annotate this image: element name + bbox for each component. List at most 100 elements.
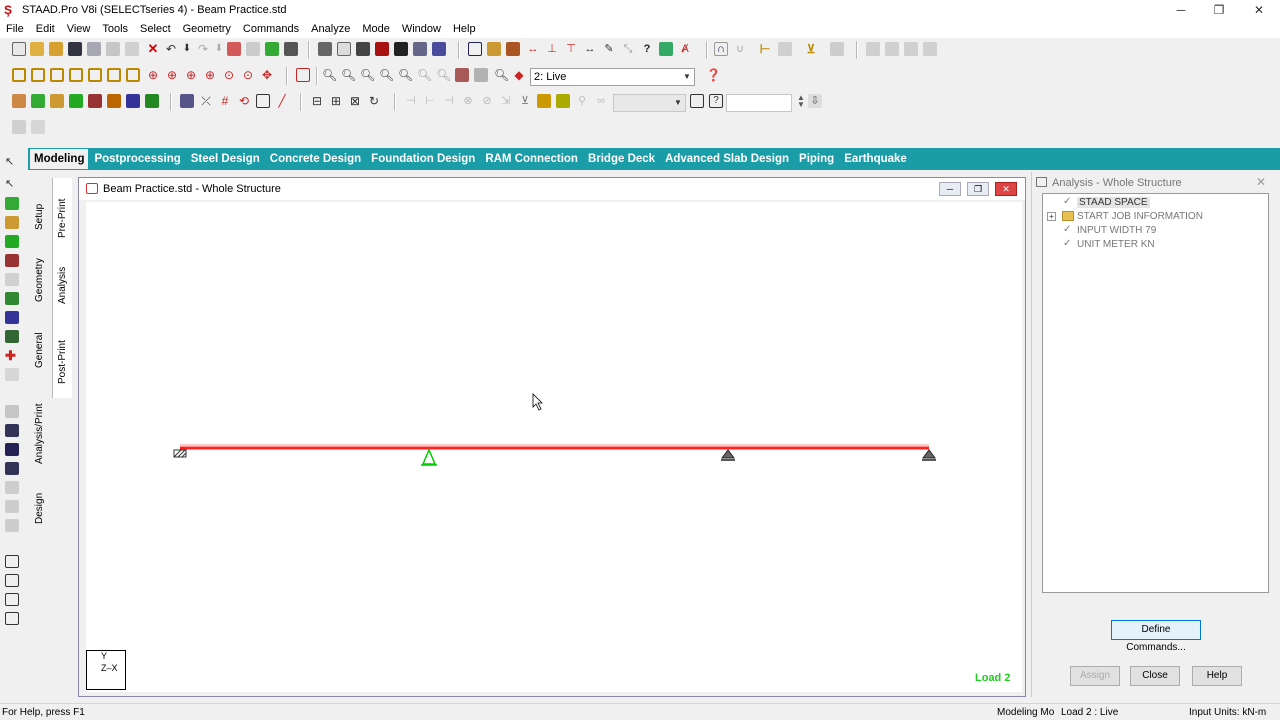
stretch-icon[interactable]: ⇲ bbox=[499, 94, 513, 108]
redo-icon[interactable]: ↷ bbox=[196, 42, 210, 56]
node-dimension-icon[interactable]: ⊥ bbox=[545, 42, 559, 56]
support-tool-icon[interactable]: ⊻ bbox=[804, 42, 818, 56]
apply-value-icon[interactable]: ⇩ bbox=[808, 94, 822, 108]
pointer-tool-icon[interactable] bbox=[659, 42, 673, 56]
define-commands-button[interactable]: Define Commands... bbox=[1111, 620, 1201, 653]
zoom-window-icon[interactable]: 🔍︎ bbox=[322, 68, 337, 82]
rotate-up-icon[interactable]: ⊕ bbox=[146, 68, 160, 82]
merge-beams-icon[interactable]: ⊣ bbox=[442, 94, 456, 108]
copy-icon[interactable] bbox=[87, 42, 101, 56]
disabled-combo[interactable]: ▼ bbox=[613, 94, 686, 112]
window-close-all-icon[interactable] bbox=[923, 42, 937, 56]
undo-dropdown-icon[interactable]: ⬇ bbox=[180, 42, 194, 56]
menu-commands[interactable]: Commands bbox=[237, 20, 305, 38]
design-tool-icon[interactable] bbox=[5, 519, 19, 532]
zoom-in-icon[interactable]: 🔍︎ bbox=[360, 68, 375, 82]
select-arrow-icon[interactable]: ↖ bbox=[5, 156, 19, 169]
clipboard-icon[interactable] bbox=[246, 42, 260, 56]
load-tool-icon[interactable] bbox=[5, 405, 19, 418]
disabled-tool-icon[interactable] bbox=[31, 120, 45, 134]
menu-mode[interactable]: Mode bbox=[356, 20, 396, 38]
top-view-icon[interactable] bbox=[107, 68, 121, 82]
zoom-extents-icon[interactable]: 🔍︎ bbox=[417, 68, 432, 82]
input-editor-icon[interactable] bbox=[227, 42, 241, 56]
tab-earthquake[interactable]: Earthquake bbox=[840, 149, 911, 169]
pan-icon[interactable]: ✥ bbox=[260, 68, 274, 82]
pointer-icon[interactable]: ↖ bbox=[5, 178, 19, 191]
doc-minimize-button[interactable]: ─ bbox=[939, 182, 961, 196]
help-bulb-icon[interactable]: ❓ bbox=[706, 68, 721, 82]
open-folder-icon[interactable] bbox=[30, 42, 44, 56]
tree-item-start-job-information[interactable]: START JOB INFORMATION bbox=[1077, 211, 1203, 222]
vtab-general[interactable]: General bbox=[34, 318, 45, 368]
maximize-button[interactable]: ❐ bbox=[1200, 0, 1238, 20]
run-structure-wizard-icon[interactable] bbox=[506, 42, 520, 56]
add-node-icon[interactable]: ✚ bbox=[5, 349, 19, 362]
doc-close-button[interactable]: ✕ bbox=[995, 182, 1017, 196]
zoom-previous-icon[interactable]: 🔍︎ bbox=[398, 68, 413, 82]
window-cascade-icon[interactable] bbox=[885, 42, 899, 56]
new-file-icon[interactable] bbox=[12, 42, 26, 56]
hammer-icon[interactable] bbox=[284, 42, 298, 56]
expand-icon[interactable]: + bbox=[1047, 212, 1056, 221]
bottom-view-icon[interactable] bbox=[126, 68, 140, 82]
doc-restore-button[interactable]: ❐ bbox=[967, 182, 989, 196]
close-button[interactable]: Close bbox=[1130, 666, 1180, 686]
new-view-icon[interactable] bbox=[455, 68, 469, 82]
structure-viewport[interactable]: Y Z–X Load 2 bbox=[86, 202, 1022, 692]
tab-piping[interactable]: Piping bbox=[795, 149, 838, 169]
right-view-icon[interactable] bbox=[88, 68, 102, 82]
tab-modeling[interactable]: Modeling bbox=[30, 149, 89, 169]
cursor-select-icon[interactable] bbox=[12, 94, 26, 108]
spin-right-icon[interactable]: ⊙ bbox=[241, 68, 255, 82]
minimize-button[interactable]: ─ bbox=[1162, 0, 1200, 20]
split-beam-icon[interactable]: ⊢ bbox=[423, 94, 437, 108]
load-case-select[interactable]: 2: Live ▼ bbox=[530, 68, 695, 86]
cut-icon[interactable] bbox=[106, 42, 120, 56]
disabled-select-icon[interactable] bbox=[5, 368, 19, 381]
zoom-dynamic-icon[interactable]: 🔍︎ bbox=[341, 68, 356, 82]
align-icon[interactable]: ⊢ bbox=[758, 42, 772, 56]
redo-dropdown-icon[interactable]: ⬇ bbox=[212, 42, 226, 56]
rotate-down-icon[interactable]: ⊕ bbox=[165, 68, 179, 82]
paste-icon[interactable] bbox=[125, 42, 139, 56]
open-structure-icon[interactable] bbox=[49, 42, 63, 56]
distance-icon[interactable]: ↔ bbox=[583, 42, 597, 56]
link-icon[interactable]: ⚲ bbox=[575, 94, 589, 108]
vtab-design[interactable]: Design bbox=[34, 478, 45, 524]
tab-bridge-deck[interactable]: Bridge Deck bbox=[584, 149, 659, 169]
spec-tool-icon[interactable] bbox=[5, 443, 19, 456]
print-current-view-icon[interactable] bbox=[356, 42, 370, 56]
shade-icon[interactable]: ◆ bbox=[512, 68, 526, 82]
load-case-tool-icon[interactable] bbox=[5, 481, 19, 494]
solids-cursor-icon[interactable] bbox=[107, 94, 121, 108]
save-icon[interactable] bbox=[68, 42, 82, 56]
dimension-icon[interactable]: ↔ bbox=[526, 42, 540, 56]
translational-repeat-icon[interactable]: ⊟ bbox=[310, 94, 324, 108]
connect-beams-icon[interactable]: ⟲ bbox=[237, 94, 251, 108]
menu-window[interactable]: Window bbox=[396, 20, 447, 38]
tab-foundation-design[interactable]: Foundation Design bbox=[367, 149, 479, 169]
beams-cursor-icon[interactable] bbox=[50, 94, 64, 108]
surface-select-icon[interactable] bbox=[5, 273, 19, 286]
export-report-icon[interactable] bbox=[432, 42, 446, 56]
print-icon[interactable] bbox=[318, 42, 332, 56]
menu-view[interactable]: View bbox=[61, 20, 97, 38]
material-icon[interactable] bbox=[556, 94, 570, 108]
property-tool-icon[interactable] bbox=[5, 462, 19, 475]
roller-support[interactable] bbox=[922, 449, 936, 461]
undo-icon[interactable]: ↶ bbox=[164, 42, 178, 56]
vtab-geometry[interactable]: Geometry bbox=[34, 242, 45, 302]
tab-postprocessing[interactable]: Postprocessing bbox=[90, 149, 184, 169]
zoom-out-icon[interactable]: 🔍︎ bbox=[379, 68, 394, 82]
panel-close-icon[interactable]: ✕ bbox=[1256, 175, 1266, 189]
vtab-post-print[interactable]: Post-Print bbox=[57, 324, 68, 384]
window-tile-icon[interactable] bbox=[866, 42, 880, 56]
table-icon[interactable] bbox=[778, 42, 792, 56]
table-tool-2-icon[interactable] bbox=[5, 574, 19, 587]
add-plate-icon[interactable] bbox=[256, 94, 270, 108]
display-view-icon[interactable] bbox=[474, 68, 488, 82]
grid-tool-icon[interactable] bbox=[265, 42, 279, 56]
iso-view-icon[interactable] bbox=[12, 68, 26, 82]
tree-item-input-width[interactable]: INPUT WIDTH 79 bbox=[1077, 225, 1156, 236]
